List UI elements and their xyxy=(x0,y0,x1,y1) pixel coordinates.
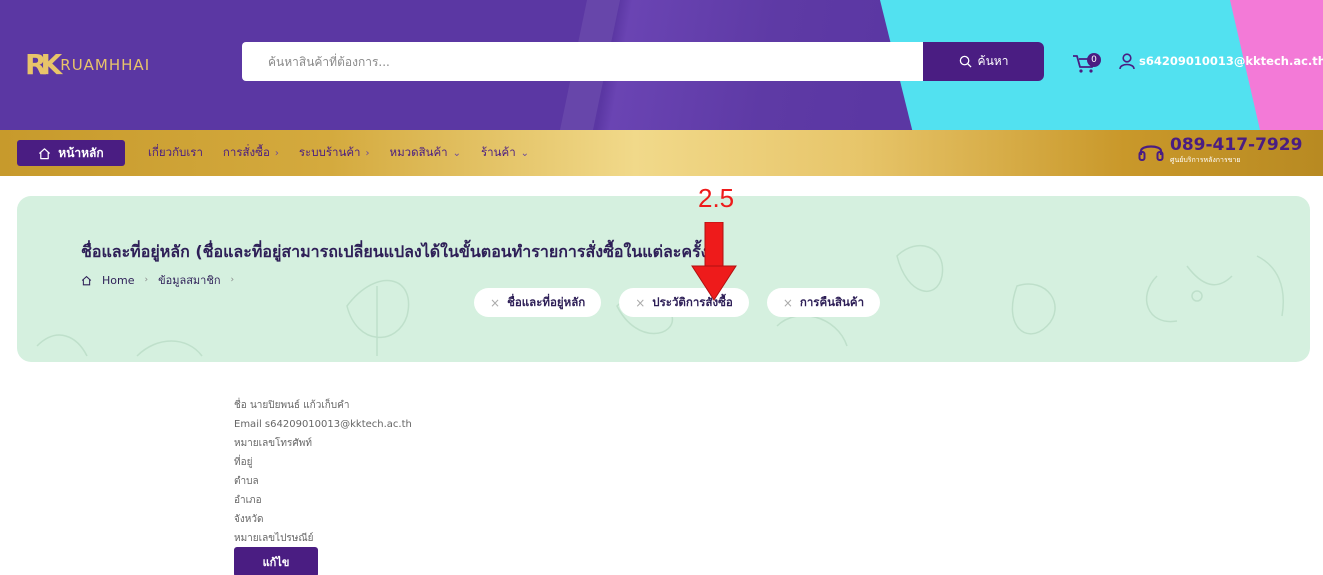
breadcrumb-home[interactable]: Home xyxy=(102,274,134,287)
profile-subdistrict: ตำบล xyxy=(234,476,259,487)
chevron-right-icon: › xyxy=(365,147,370,159)
nav-item-label: ระบบร้านค้า xyxy=(298,145,361,159)
profile-name: ชื่อ นายปิยพนธ์ แก้วเก็บคำ xyxy=(234,400,350,411)
hotline-number[interactable]: 089-417-7929 xyxy=(1170,136,1302,154)
chevron-right-icon: › xyxy=(274,147,279,159)
headset-icon xyxy=(1138,145,1164,161)
profile-address: ที่อยู่ xyxy=(234,457,253,468)
chevron-down-icon: ⌄ xyxy=(452,147,461,159)
site-logo[interactable]: RK RUAMHHAI xyxy=(25,48,150,81)
user-account[interactable]: s64209010013@kktech.ac.th xyxy=(1118,52,1323,70)
annotation-arrow-down-icon xyxy=(691,222,737,301)
profile-tabs: × ชื่อและที่อยู่หลัก × ประวัติการสั่งซื้… xyxy=(474,288,881,317)
close-icon: × xyxy=(490,295,501,310)
breadcrumb: Home › ข้อมูลสมาชิก › xyxy=(81,271,234,289)
cart-count-badge: 0 xyxy=(1087,53,1101,67)
home-icon xyxy=(39,147,51,159)
close-icon: × xyxy=(782,295,793,310)
home-icon xyxy=(81,275,92,285)
tab-main-address[interactable]: × ชื่อและที่อยู่หลัก xyxy=(474,288,602,317)
user-icon xyxy=(1119,53,1135,70)
search-icon xyxy=(959,55,972,68)
home-button[interactable]: หน้าหลัก xyxy=(17,140,125,166)
nav-item-label: หมวดสินค้า xyxy=(389,145,448,159)
chevron-down-icon: ⌄ xyxy=(520,147,530,159)
profile-info: ชื่อ นายปิยพนธ์ แก้วเก็บคำ Email s642090… xyxy=(234,396,412,548)
close-icon: × xyxy=(635,295,646,310)
profile-postcode: หมายเลขไปรษณีย์ xyxy=(234,533,314,544)
breadcrumb-separator-icon: › xyxy=(230,275,235,285)
nav-item-store-system[interactable]: ระบบร้านค้า › xyxy=(299,144,370,162)
search-button-label: ค้นหา xyxy=(977,54,1009,68)
nav-item-label: เกี่ยวกับเรา xyxy=(148,145,203,159)
nav-menu: เกี่ยวกับเรา การสั่งซื้อ › ระบบร้านค้า ›… xyxy=(148,144,549,162)
profile-phone: หมายเลขโทรศัพท์ xyxy=(234,438,312,449)
hotline-caption: ศูนย์บริการหลังการขาย xyxy=(1170,156,1241,164)
nav-item-categories[interactable]: หมวดสินค้า ⌄ xyxy=(389,144,461,162)
profile-district: อำเภอ xyxy=(234,495,262,506)
nav-item-about[interactable]: เกี่ยวกับเรา xyxy=(148,144,203,162)
logo-mark: RK xyxy=(25,48,62,81)
search-input[interactable] xyxy=(242,42,923,81)
top-header: RK RUAMHHAI ค้นหา 0 s64209010013@kktech.… xyxy=(0,0,1323,130)
page-banner: ชื่อและที่อยู่หลัก (ชื่อและที่อยู่สามารถ… xyxy=(17,196,1310,362)
edit-button[interactable]: แก้ไข xyxy=(234,547,318,575)
home-button-label: หน้าหลัก xyxy=(58,145,104,160)
annotation-step-label: 2.5 xyxy=(698,183,735,213)
tab-label: การคืนสินค้า xyxy=(799,294,865,309)
page-title: ชื่อและที่อยู่หลัก (ชื่อและที่อยู่สามารถ… xyxy=(81,242,716,261)
nav-item-shops[interactable]: ร้านค้า ⌄ xyxy=(481,144,529,162)
nav-item-label: ร้านค้า xyxy=(481,145,516,159)
tab-label: ชื่อและที่อยู่หลัก xyxy=(507,294,586,309)
profile-email: Email s64209010013@kktech.ac.th xyxy=(234,419,412,430)
tab-returns[interactable]: × การคืนสินค้า xyxy=(766,288,881,317)
logo-text: RUAMHHAI xyxy=(60,55,151,74)
profile-province: จังหวัด xyxy=(234,514,264,525)
main-navbar: หน้าหลัก เกี่ยวกับเรา การสั่งซื้อ › ระบบ… xyxy=(0,130,1323,176)
hotline: 089-417-7929 ศูนย์บริการหลังการขาย xyxy=(1138,136,1302,166)
nav-item-label: การสั่งซื้อ xyxy=(222,145,270,159)
user-email: s64209010013@kktech.ac.th xyxy=(1139,54,1323,68)
breadcrumb-separator-icon: › xyxy=(144,275,149,285)
breadcrumb-member-info[interactable]: ข้อมูลสมาชิก xyxy=(158,271,220,289)
search-bar: ค้นหา xyxy=(242,42,1044,81)
nav-item-ordering[interactable]: การสั่งซื้อ › xyxy=(223,144,279,162)
search-button[interactable]: ค้นหา xyxy=(923,42,1044,81)
